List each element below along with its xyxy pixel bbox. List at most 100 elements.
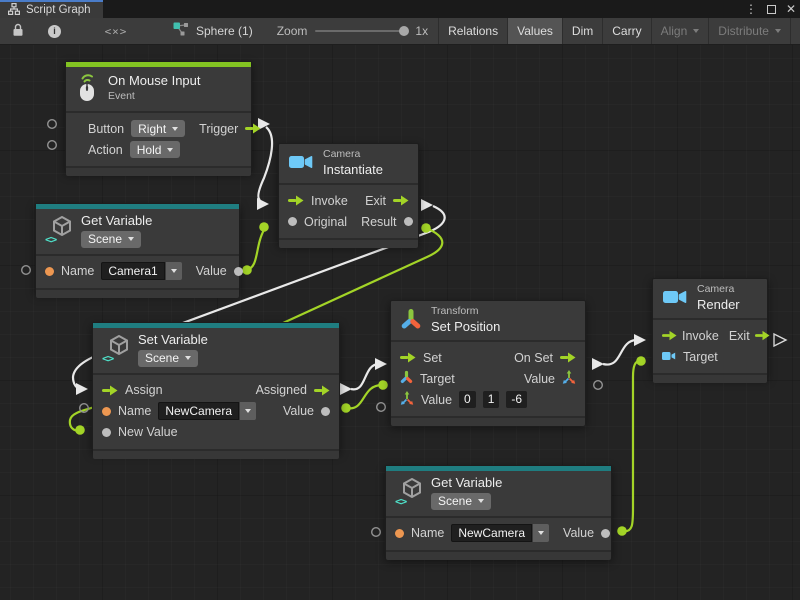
lock-button[interactable] [0, 18, 36, 44]
distribute-button[interactable]: Distribute [708, 18, 790, 44]
node-get-variable-camera1[interactable]: <> Get Variable Scene Name Camera1 Value [35, 203, 240, 293]
combo-dropdown-button[interactable] [166, 262, 182, 280]
original-port[interactable] [288, 217, 297, 226]
combo-dropdown-button[interactable] [533, 524, 549, 542]
flow-input-port[interactable] [400, 352, 416, 363]
target-label: Target [683, 350, 718, 364]
mouse-action-dropdown[interactable]: Hold [130, 141, 181, 158]
node-set-variable[interactable]: <> Set Variable Scene Assign Assigned Na… [92, 322, 340, 452]
code-icon: <×> [105, 25, 128, 38]
flow-input-port[interactable] [102, 385, 118, 396]
value-label: Value [196, 264, 227, 278]
action-port-label: Action [88, 143, 123, 157]
flow-output-port[interactable] [314, 385, 330, 396]
camera-icon [662, 288, 688, 309]
exit-label: Exit [365, 194, 386, 208]
vector-z-field[interactable]: -6 [506, 391, 527, 408]
tab-script-graph[interactable]: Script Graph [0, 0, 103, 18]
mouse-button-dropdown[interactable]: Right [131, 120, 185, 137]
breadcrumb-label: Sphere (1) [196, 24, 253, 38]
value-label: Value [283, 404, 314, 418]
chevron-down-icon [693, 29, 699, 33]
variable-name-combo[interactable]: Camera1 [101, 262, 181, 280]
variable-name-combo[interactable]: NewCamera [451, 524, 549, 542]
original-label: Original [304, 215, 347, 229]
window-maximize-icon[interactable] [767, 5, 776, 14]
window-menu-icon[interactable]: ⋮ [745, 0, 757, 18]
values-button[interactable]: Values [507, 18, 562, 44]
lock-icon [12, 23, 24, 40]
flow-output-port[interactable] [393, 195, 409, 206]
new-value-port[interactable] [102, 428, 111, 437]
variable-scope-dropdown[interactable]: Scene [138, 350, 198, 367]
result-port[interactable] [404, 217, 413, 226]
node-on-mouse-input[interactable]: On Mouse Input Event Button Right Trigge… [65, 61, 252, 172]
assigned-label: Assigned [256, 383, 307, 397]
set-label: Set [423, 351, 442, 365]
graph-toolbar: i <×> Sphere (1) Zoom 1x [0, 18, 800, 45]
zoom-value: 1x [415, 24, 428, 38]
variable-name-combo[interactable]: NewCamera [158, 402, 256, 420]
node-camera-render[interactable]: Camera Render Invoke Exit Target [652, 278, 768, 378]
code-preview-button[interactable]: <×> [73, 18, 159, 44]
value-in-label: Value [421, 393, 452, 407]
overview-button[interactable]: Overview [790, 18, 800, 44]
flow-input-port[interactable] [662, 330, 677, 341]
vector-x-field[interactable]: 0 [459, 391, 476, 408]
target-label: Target [420, 372, 455, 386]
zoom-slider[interactable] [315, 30, 407, 32]
info-button[interactable]: i [36, 18, 73, 44]
zoom-slider-knob[interactable] [399, 26, 409, 36]
node-footer [93, 449, 339, 459]
node-footer [386, 550, 611, 560]
name-label: Name [61, 264, 94, 278]
flow-input-port[interactable] [288, 195, 304, 206]
node-transform-set-position[interactable]: Transform Set Position Set On Set [390, 300, 586, 425]
name-label: Name [411, 526, 444, 540]
flow-output-port[interactable] [245, 123, 261, 134]
node-category: Transform [431, 306, 500, 318]
graph-tab-icon [8, 3, 20, 18]
name-port[interactable] [102, 407, 111, 416]
value-port[interactable] [321, 407, 330, 416]
tab-bar: Script Graph ⋮ ✕ [0, 0, 800, 18]
node-title: Get Variable [431, 476, 502, 491]
relations-button[interactable]: Relations [438, 18, 507, 44]
script-graph-window: Script Graph ⋮ ✕ i <×> [0, 0, 800, 600]
unity-variable-icon: <> [45, 216, 72, 246]
dim-button[interactable]: Dim [562, 18, 602, 44]
flow-output-port[interactable] [560, 352, 576, 363]
graph-breadcrumb-icon [173, 22, 189, 40]
new-value-label: New Value [118, 425, 178, 439]
zoom-control: Zoom 1x [267, 18, 438, 44]
combo-dropdown-button[interactable] [240, 402, 256, 420]
name-port[interactable] [395, 529, 404, 538]
value-port[interactable] [234, 267, 243, 276]
value-port[interactable] [601, 529, 610, 538]
flow-output-port[interactable] [755, 330, 770, 341]
breadcrumb[interactable]: Sphere (1) [159, 18, 267, 44]
vector3-port-icon[interactable] [562, 370, 576, 387]
camera-port-icon[interactable] [662, 350, 676, 364]
vector3-port-icon[interactable] [400, 391, 414, 408]
assign-label: Assign [125, 383, 163, 397]
variable-scope-dropdown[interactable]: Scene [431, 493, 491, 510]
invoke-label: Invoke [311, 194, 348, 208]
node-get-variable-newcamera[interactable]: <> Get Variable Scene Name NewCamera Val… [385, 465, 612, 559]
node-category: Camera [323, 149, 383, 161]
window-close-icon[interactable]: ✕ [786, 0, 796, 18]
node-title: Get Variable [81, 214, 152, 229]
node-footer [66, 166, 251, 176]
variable-scope-dropdown[interactable]: Scene [81, 231, 141, 248]
node-footer [36, 288, 239, 298]
node-camera-instantiate[interactable]: Camera Instantiate Invoke Exit Original … [278, 143, 419, 245]
vector-y-field[interactable]: 1 [483, 391, 500, 408]
name-label: Name [118, 404, 151, 418]
transform-port-icon[interactable] [400, 370, 413, 387]
node-footer [391, 416, 585, 426]
align-button[interactable]: Align [651, 18, 709, 44]
carry-button[interactable]: Carry [602, 18, 650, 44]
exit-label: Exit [729, 329, 750, 343]
name-port[interactable] [45, 267, 54, 276]
value-label: Value [563, 526, 594, 540]
